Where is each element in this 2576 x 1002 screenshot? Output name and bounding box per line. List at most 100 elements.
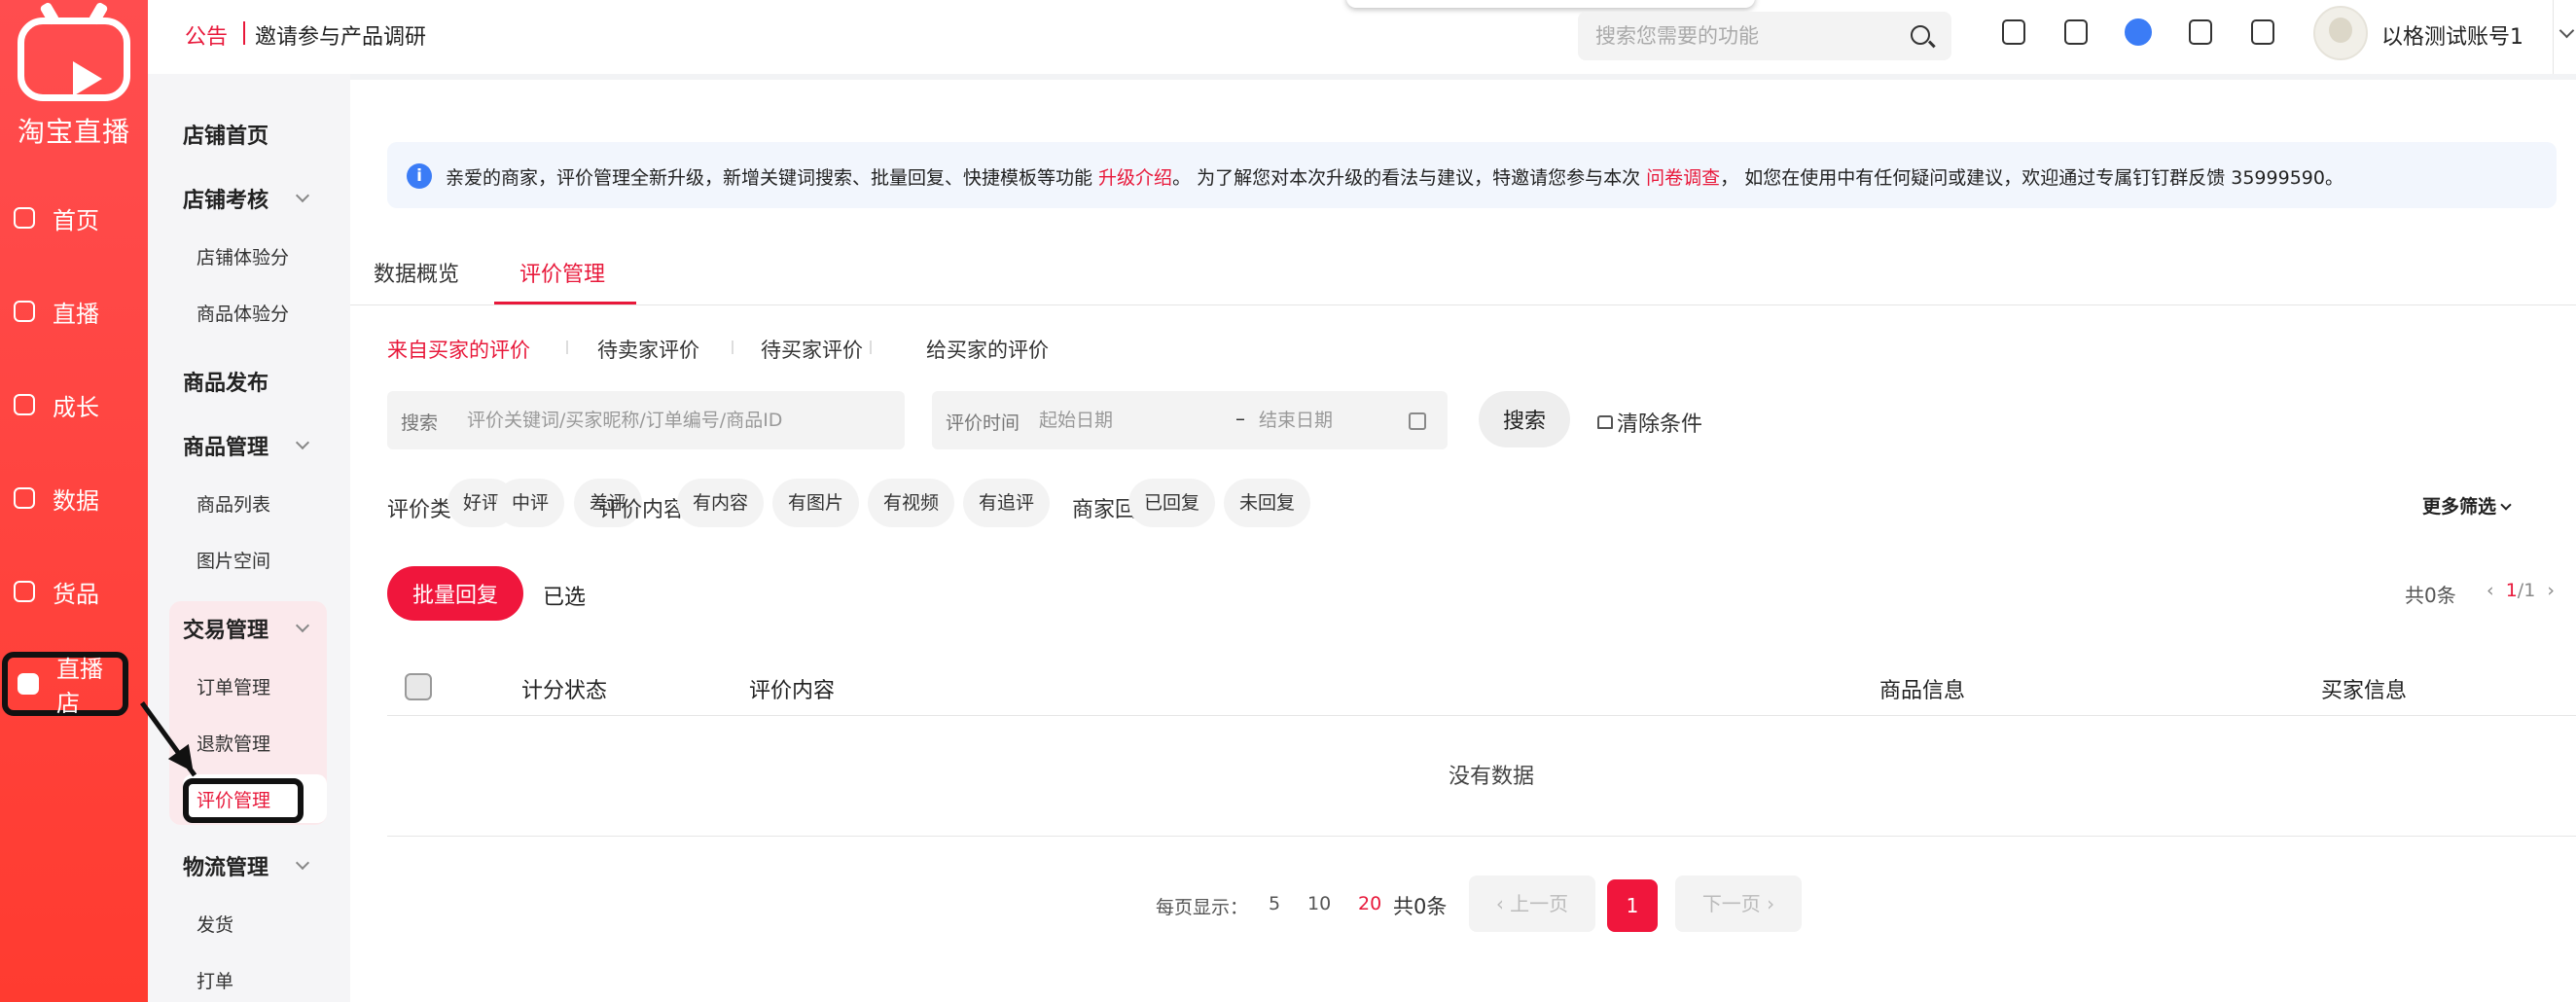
rail-item-live-store[interactable]: 直播店	[2, 652, 128, 717]
prev-page-button[interactable]: ‹ 上一页	[1469, 876, 1595, 932]
pagination: 每页显示： 5 10 20 共0条 ‹ 上一页 1 下一页 ›	[350, 876, 2576, 934]
next-page-button[interactable]: 下一页 ›	[1675, 876, 1802, 932]
chip-has-followup[interactable]: 有追评	[963, 479, 1051, 527]
chip-neutral[interactable]: 中评	[496, 479, 565, 527]
column-review-content: 评价内容	[749, 679, 836, 703]
checklist-icon[interactable]	[2189, 19, 2212, 45]
sidebar-item-image-space[interactable]: 图片空间	[197, 547, 270, 573]
search-icon[interactable]	[1911, 25, 1930, 45]
chip-has-content[interactable]: 有内容	[677, 479, 765, 527]
start-date-input[interactable]	[1039, 391, 1204, 449]
sidebar-group-logistics[interactable]: 物流管理	[183, 850, 310, 881]
end-date-input[interactable]	[1259, 391, 1405, 449]
sidebar-item-print[interactable]: 打单	[197, 967, 233, 993]
sidebar-item-refund-manage[interactable]: 退款管理	[197, 730, 270, 756]
mini-next-icon[interactable]: ›	[2547, 580, 2555, 601]
notice-banner: i 亲爱的商家，评价管理全新升级，新增关键词搜索、批量回复、快捷模板等功能 升级…	[387, 142, 2557, 208]
chip-replied[interactable]: 已回复	[1128, 479, 1216, 527]
chevron-down-icon	[295, 435, 310, 450]
subtab-pending-buyer[interactable]: 待买家评价	[761, 335, 863, 364]
sidebar-item-store-home[interactable]: 店铺首页	[183, 119, 268, 150]
batch-reply-button[interactable]: 批量回复	[387, 566, 523, 621]
rail-item-home[interactable]: 首页	[0, 191, 148, 245]
column-score-status: 计分状态	[521, 679, 608, 703]
sidebar-group-product-manage[interactable]: 商品管理	[183, 430, 310, 461]
chevron-down-icon[interactable]	[2553, 0, 2576, 74]
sidebar-item-store-exp[interactable]: 店铺体验分	[197, 243, 289, 269]
avatar[interactable]	[2313, 6, 2368, 60]
clear-conditions-label: 清除条件	[1617, 412, 1703, 437]
rail-item-growth[interactable]: 成长	[0, 377, 148, 432]
home-icon	[14, 207, 35, 229]
rail-item-label: 直播	[53, 300, 99, 328]
mini-page-current: 1	[2505, 580, 2518, 601]
more-filters-toggle[interactable]: 更多筛选	[2422, 492, 2512, 519]
date-range-dash: –	[1235, 407, 1245, 430]
function-search-input[interactable]	[1578, 12, 1899, 60]
main-panel: i 亲爱的商家，评价管理全新升级，新增关键词搜索、批量回复、快捷模板等功能 升级…	[350, 80, 2576, 1002]
app: 淘宝直播 首页 直播 成长 数据 货品 直播店 店铺首页 店铺考核 店铺体验分 …	[0, 0, 2576, 1002]
sidebar-item-order-manage[interactable]: 订单管理	[197, 673, 270, 699]
sidebar-item-ship[interactable]: 发货	[197, 911, 233, 937]
page-size-20[interactable]: 20	[1358, 893, 1381, 914]
sidebar-item-product-publish[interactable]: 商品发布	[183, 366, 268, 397]
sidebar-group-label: 商品管理	[183, 436, 269, 460]
chevron-down-icon	[295, 188, 310, 203]
chip-has-video[interactable]: 有视频	[868, 479, 955, 527]
per-page-label: 每页显示：	[1156, 897, 1249, 918]
function-search	[1578, 12, 1951, 60]
announcement-label: 公告	[185, 25, 229, 50]
page-size-10[interactable]: 10	[1307, 893, 1331, 914]
clipboard-icon[interactable]	[2002, 19, 2025, 45]
page-number-button[interactable]: 1	[1607, 879, 1658, 932]
floating-window-edge	[1346, 0, 1755, 8]
sidebar-group-label: 交易管理	[183, 619, 269, 643]
announcement-link[interactable]: 邀请参与产品调研	[255, 19, 426, 51]
search-button[interactable]: 搜索	[1479, 391, 1570, 447]
mini-prev-icon[interactable]: ‹	[2487, 580, 2494, 601]
subtab-pending-seller[interactable]: 待卖家评价	[597, 335, 699, 364]
chip-has-image[interactable]: 有图片	[772, 479, 860, 527]
message-icon[interactable]	[2064, 19, 2088, 45]
sidebar-item-product-exp[interactable]: 商品体验分	[197, 300, 289, 326]
taobao-live-logo-icon[interactable]	[18, 18, 130, 101]
chevron-down-icon	[2500, 499, 2512, 511]
headset-icon[interactable]	[2125, 18, 2152, 46]
keyword-input[interactable]	[467, 391, 885, 449]
sidebar-group-trade-manage[interactable]: 交易管理	[183, 613, 310, 644]
survey-link[interactable]: 问卷调查	[1646, 167, 1720, 189]
eraser-icon	[1597, 415, 1613, 429]
play-icon	[73, 61, 102, 96]
rail-item-label: 成长	[53, 393, 99, 421]
tab-data-overview[interactable]: 数据概览	[374, 257, 459, 288]
account-name[interactable]: 以格测试账号1	[2381, 19, 2523, 51]
logo-text: 淘宝直播	[17, 116, 130, 148]
calendar-icon[interactable]	[1409, 412, 1426, 430]
date-label: 评价时间	[946, 412, 1020, 434]
subtab-to-buyer[interactable]: 给买家的评价	[926, 335, 1049, 364]
chip-not-replied[interactable]: 未回复	[1224, 479, 1311, 527]
live-icon	[14, 301, 35, 322]
notice-text-part: ， 如您在使用中有任何疑问或建议，欢迎通过专属钉钉群反馈 35999590。	[1720, 167, 2343, 189]
tab-review-manage[interactable]: 评价管理	[519, 257, 605, 288]
rail-item-label: 直播店	[56, 656, 103, 717]
selected-count: 已选	[543, 586, 587, 610]
sidebar-group-store-assess[interactable]: 店铺考核	[183, 183, 310, 214]
rail-item-label: 数据	[53, 486, 99, 515]
rail-item-live[interactable]: 直播	[0, 284, 148, 339]
clear-conditions-button[interactable]: 清除条件	[1597, 407, 1702, 438]
chat-icon[interactable]	[2251, 19, 2274, 45]
subtab-divider	[566, 340, 568, 354]
page-size-5[interactable]: 5	[1269, 893, 1280, 914]
rail-item-data[interactable]: 数据	[0, 471, 148, 525]
secondary-sidebar: 店铺首页 店铺考核 店铺体验分 商品体验分 商品发布 商品管理 商品列表 图片空…	[148, 0, 350, 1002]
rail-item-goods[interactable]: 货品	[0, 564, 148, 619]
select-all-checkbox[interactable]	[405, 673, 432, 700]
sidebar-item-product-list[interactable]: 商品列表	[197, 490, 270, 517]
subtab-from-buyer[interactable]: 来自买家的评价	[387, 335, 530, 364]
upgrade-intro-link[interactable]: 升级介绍	[1098, 167, 1172, 189]
rail-item-label: 首页	[53, 206, 99, 234]
data-icon	[14, 487, 35, 509]
total-count-bottom: 共0条	[1393, 895, 1448, 918]
subtab-divider	[732, 340, 733, 354]
